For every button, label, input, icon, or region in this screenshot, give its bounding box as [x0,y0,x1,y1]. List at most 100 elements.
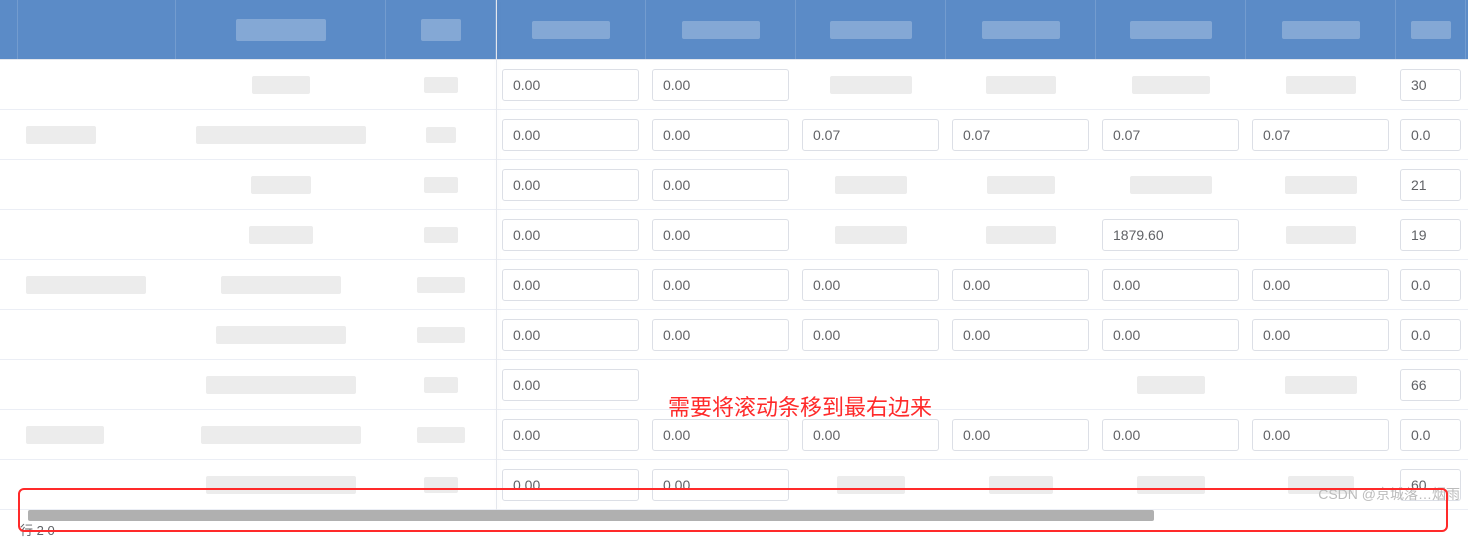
value-input[interactable] [1252,419,1389,451]
value-input[interactable] [802,269,939,301]
data-cell [796,260,946,309]
value-input[interactable] [1102,419,1239,451]
value-input[interactable] [1102,319,1239,351]
data-cell [646,110,796,159]
code-cell [386,110,496,159]
data-cell [646,460,796,509]
expand-cell[interactable] [0,360,18,409]
expand-cell[interactable] [0,60,18,109]
value-input[interactable] [652,319,789,351]
expand-cell[interactable] [0,210,18,259]
watermark: CSDN @京城落…烟雨 [1318,484,1460,504]
group-cell [18,110,176,159]
table-row [0,360,1468,410]
value-input[interactable] [1400,269,1461,301]
header-col-6 [1246,0,1396,59]
code-cell [386,160,496,209]
value-input[interactable] [1400,319,1461,351]
value-input[interactable] [502,469,639,501]
header-col-7 [1396,0,1466,59]
value-input[interactable] [652,69,789,101]
header-code [386,0,496,59]
value-input[interactable] [502,319,639,351]
value-input[interactable] [1252,119,1389,151]
value-input[interactable] [502,119,639,151]
value-input[interactable] [1400,419,1461,451]
group-cell [18,460,176,509]
table-row [0,310,1468,360]
name-cell [176,60,386,109]
data-cell [946,210,1096,259]
horizontal-scrollbar-thumb[interactable] [28,510,1154,521]
footer-row-count: 行 2 0 [20,520,55,539]
group-cell [18,60,176,109]
value-input[interactable] [652,119,789,151]
code-cell [386,360,496,409]
value-input[interactable] [1400,119,1461,151]
data-cell [1396,260,1466,309]
data-cell [1246,260,1396,309]
expand-cell[interactable] [0,110,18,159]
data-cell [496,310,646,359]
value-input[interactable] [652,269,789,301]
header-col-2 [646,0,796,59]
value-input[interactable] [952,119,1089,151]
data-cell [796,60,946,109]
value-input[interactable] [1400,219,1461,251]
value-input[interactable] [952,269,1089,301]
value-input[interactable] [802,419,939,451]
value-input[interactable] [502,269,639,301]
value-input[interactable] [502,69,639,101]
value-input[interactable] [502,369,639,401]
data-cell [1396,310,1466,359]
value-input[interactable] [1102,219,1239,251]
value-input[interactable] [1400,369,1461,401]
table-row [0,110,1468,160]
value-input[interactable] [652,169,789,201]
value-input[interactable] [1102,269,1239,301]
value-input[interactable] [1102,119,1239,151]
data-cell [796,310,946,359]
data-cell [496,60,646,109]
value-input[interactable] [652,219,789,251]
value-input[interactable] [952,419,1089,451]
value-input[interactable] [1252,269,1389,301]
value-input[interactable] [502,419,639,451]
expand-cell[interactable] [0,410,18,459]
data-cell [496,260,646,309]
name-cell [176,410,386,459]
value-input[interactable] [802,119,939,151]
value-input[interactable] [1400,169,1461,201]
data-cell [1096,110,1246,159]
value-input[interactable] [1400,69,1461,101]
header-col-1 [496,0,646,59]
data-cell [796,160,946,209]
table-row [0,210,1468,260]
data-cell [1096,60,1246,109]
group-cell [18,210,176,259]
value-input[interactable] [652,469,789,501]
expand-cell[interactable] [0,310,18,359]
group-cell [18,260,176,309]
data-cell [1396,60,1466,109]
value-input[interactable] [502,169,639,201]
expand-cell[interactable] [0,160,18,209]
expand-cell[interactable] [0,260,18,309]
data-cell [496,110,646,159]
data-cell [946,410,1096,459]
expand-cell[interactable] [0,460,18,509]
value-input[interactable] [952,319,1089,351]
data-cell [1246,310,1396,359]
data-cell [646,310,796,359]
name-cell [176,210,386,259]
data-cell [1396,410,1466,459]
value-input[interactable] [502,219,639,251]
code-cell [386,410,496,459]
value-input[interactable] [1252,319,1389,351]
data-cell [1246,110,1396,159]
data-cell [1096,360,1246,409]
value-input[interactable] [802,319,939,351]
header-col-5 [1096,0,1246,59]
value-input[interactable] [652,419,789,451]
table-body [0,60,1468,510]
